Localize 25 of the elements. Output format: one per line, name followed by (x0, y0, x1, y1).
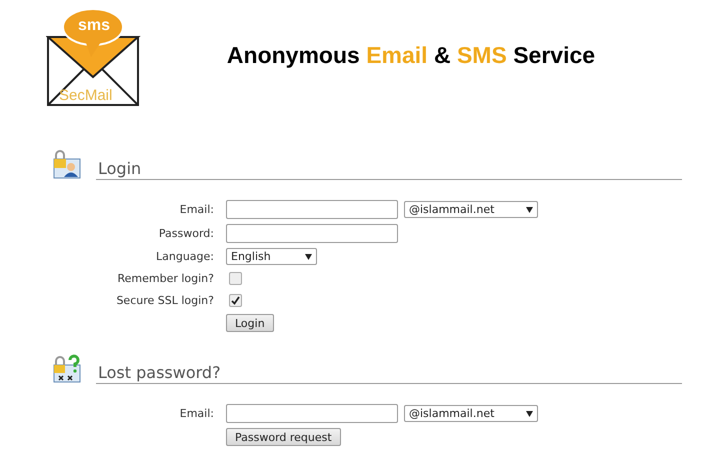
section-heading: Login (96, 159, 682, 180)
domain-dropdown[interactable]: @islammail.net (404, 201, 538, 218)
caret-icon (526, 410, 533, 416)
lock-user-icon (52, 150, 82, 180)
field-label: Remember login? (117, 272, 214, 285)
logo: sms SecMail (46, 7, 142, 107)
checkbox[interactable] (229, 294, 242, 307)
checkbox[interactable] (229, 272, 242, 285)
caret-icon (526, 206, 533, 212)
lock-question-icon (52, 354, 82, 384)
field-label: Email: (180, 407, 214, 420)
domain-dropdown[interactable]: @islammail.net (404, 405, 538, 422)
submit-button[interactable]: Login (226, 314, 274, 332)
field-label: Language: (156, 250, 214, 263)
field-label: Secure SSL login? (116, 294, 214, 307)
password-request-button[interactable]: Password request (226, 428, 341, 446)
email-field[interactable] (226, 200, 398, 219)
field-label: Email: (180, 203, 214, 216)
field-label: Password: (158, 227, 214, 240)
caret-icon (305, 254, 312, 260)
page-title: Anonymous Email & SMS Service (226, 42, 596, 68)
email-field[interactable] (226, 404, 398, 423)
language-dropdown[interactable]: English (226, 248, 317, 265)
section-heading: Lost password? (96, 363, 682, 384)
password-field[interactable] (226, 224, 398, 243)
